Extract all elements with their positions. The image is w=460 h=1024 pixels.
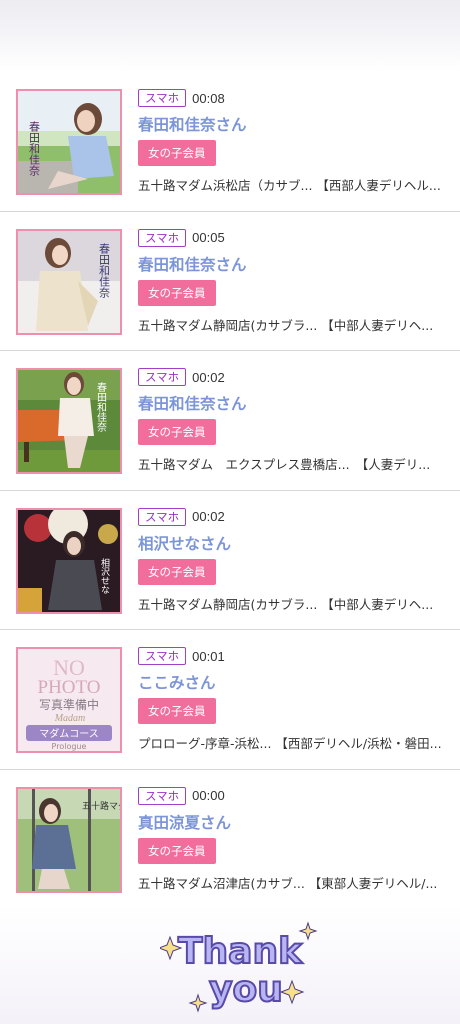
login-time: 00:02 (192, 509, 225, 524)
profile-photo[interactable]: 春田和佳奈 (16, 368, 122, 474)
device-badge: スマホ (138, 507, 187, 526)
device-badge: スマホ (138, 647, 187, 665)
login-time: 00:01 (192, 648, 225, 664)
thank-you-line1: Thank (178, 931, 303, 972)
thank-you-graphic: Thank you (160, 921, 318, 1013)
member-badge: 女の子会員 (138, 279, 216, 306)
shop-name: 五十路マダム静岡店(カサブラ... 【中部人妻デリヘ... (138, 596, 434, 612)
profile-photo[interactable]: 五十路マダム (16, 786, 122, 893)
device-badge: スマホ (138, 89, 187, 107)
device-badge: スマホ (138, 786, 187, 805)
list-item[interactable]: 五十路マダム スマホ 00:00 真田涼夏さん 女の子会員 五十路マダム沼津店(… (0, 770, 460, 909)
girl-name-link[interactable]: 春田和佳奈さん (138, 255, 448, 275)
no-photo-line3: 写真準備中 (39, 697, 99, 712)
member-badge: 女の子会員 (138, 419, 216, 445)
login-time: 00:05 (192, 230, 225, 245)
device-badge: スマホ (138, 368, 187, 386)
shop-name: 五十路マダム静岡店(カサブラ... 【中部人妻デリヘ... (138, 317, 434, 333)
no-photo-line2: PHOTO (38, 677, 101, 698)
member-badge: 女の子会員 (138, 698, 216, 724)
member-badge: 女の子会員 (138, 140, 216, 166)
top-header-area (0, 0, 460, 72)
shop-name: 五十路マダム エクスプレス豊橋店... 【人妻デリ... (138, 457, 431, 472)
shop-name: 五十路マダム沼津店(カサブ... 【東部人妻デリヘル/... (138, 875, 438, 891)
thumb-name-text: 春田和佳奈 (28, 121, 41, 176)
shop-name: 五十路マダム浜松店（カサブ... 【西部人妻デリヘル... (138, 178, 441, 193)
login-time: 00:08 (192, 90, 225, 106)
shop-name: プロローグ-序章-浜松... 【西部デリヘル/浜松・磐田... (138, 736, 442, 751)
list-item[interactable]: 春田和佳奈 スマホ 00:02 春田和佳奈さん 女の子会員 五十路マダム エクス… (0, 351, 460, 491)
profile-photo[interactable]: 春田和佳奈 (16, 228, 122, 335)
no-photo-line5: マダムコース (39, 727, 99, 740)
girl-name-link[interactable]: 相沢せなさん (138, 534, 448, 554)
footer: Thank you (0, 905, 460, 1024)
member-badge: 女の子会員 (138, 558, 216, 585)
list-item[interactable]: 春田和佳奈 スマホ 00:05 春田和佳奈さん 女の子会員 五十路マダム静岡店(… (0, 212, 460, 351)
profile-photo[interactable]: NO PHOTO 写真準備中 Madam マダムコース Prologue (16, 647, 122, 753)
profile-photo[interactable]: 相沢せな (16, 507, 122, 614)
no-photo-line6: Prologue (52, 742, 87, 751)
login-time: 00:02 (192, 369, 225, 385)
thumb-name-text: 春田和佳奈 (98, 242, 111, 297)
member-badge: 女の子会員 (138, 837, 216, 864)
girl-name-link[interactable]: 真田涼夏さん (138, 813, 448, 833)
list-item[interactable]: 春田和佳奈 スマホ 00:08 春田和佳奈さん 女の子会員 五十路マダム浜松店（… (0, 72, 460, 212)
girl-name-link[interactable]: ここみさん (138, 673, 448, 693)
no-photo-line4: Madam (54, 713, 86, 724)
thumb-name-text: 相沢せな (99, 556, 110, 593)
girl-name-link[interactable]: 春田和佳奈さん (138, 394, 448, 414)
thank-you-line2: you (209, 969, 283, 1010)
thumb-name-text: 春田和佳奈 (95, 382, 107, 432)
girl-name-link[interactable]: 春田和佳奈さん (138, 115, 448, 135)
login-time: 00:00 (192, 788, 225, 803)
profile-photo[interactable]: 春田和佳奈 (16, 89, 122, 195)
list-item[interactable]: 相沢せな スマホ 00:02 相沢せなさん 女の子会員 五十路マダム静岡店(カサ… (0, 491, 460, 630)
list-item[interactable]: NO PHOTO 写真準備中 Madam マダムコース Prologue スマホ… (0, 630, 460, 770)
device-badge: スマホ (138, 228, 187, 247)
thumb-name-text: 五十路マダム (82, 800, 120, 812)
activity-list: 春田和佳奈 スマホ 00:08 春田和佳奈さん 女の子会員 五十路マダム浜松店（… (0, 72, 460, 909)
